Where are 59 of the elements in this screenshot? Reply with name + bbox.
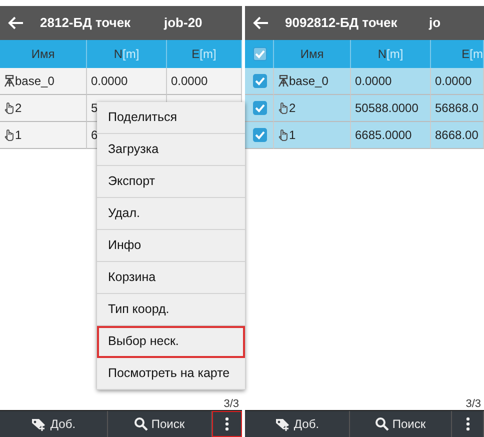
hand-icon	[278, 129, 289, 141]
checkbox[interactable]	[253, 101, 267, 115]
table-cell-text: 0.0000	[171, 73, 208, 90]
job-name: jo	[429, 14, 441, 32]
column-header: E[m	[431, 40, 484, 68]
column-header: N[m]	[351, 40, 431, 68]
tag-plus-icon	[31, 417, 48, 431]
search-button[interactable]: Поиск	[108, 411, 212, 437]
back-arrow-icon	[8, 16, 24, 30]
tripod-icon	[278, 75, 289, 87]
column-header: N[m]	[87, 40, 167, 68]
hand-icon	[4, 102, 15, 114]
menu-item[interactable]: Корзина	[97, 262, 245, 294]
job-name: job-20	[164, 14, 202, 32]
point-name: 1	[289, 127, 296, 144]
menu-item[interactable]: Тип коорд.	[97, 294, 245, 326]
table-cell-text: 0.0000	[355, 73, 392, 90]
point-name: base_0	[289, 73, 328, 90]
more-icon	[466, 417, 470, 431]
hand-icon	[4, 129, 15, 141]
menu-item[interactable]: Инфо	[97, 230, 245, 262]
point-name: base_0	[15, 73, 54, 90]
point-name: 2	[289, 100, 296, 117]
table-cell-text: 6	[91, 127, 98, 144]
record-count: 3/3	[466, 398, 481, 410]
point-name: 2	[15, 100, 22, 117]
back-arrow-icon	[253, 16, 269, 30]
column-header: Имя	[0, 40, 87, 68]
menu-item[interactable]: Выбор неск.	[97, 326, 245, 358]
file-title: 2812-БД точек	[39, 14, 132, 32]
search-icon	[375, 417, 390, 431]
file-title: 9092812-БД точек	[284, 14, 398, 32]
table-cell-text: 0.0000	[91, 73, 128, 90]
menu-item[interactable]: Удал.	[97, 198, 245, 230]
add-button[interactable]: Доб.	[245, 411, 350, 437]
table-cell-text: 6685.0000	[355, 127, 412, 144]
record-count: 3/3	[224, 398, 239, 410]
table-cell-text: 50588.0000	[355, 100, 418, 117]
menu-item[interactable]: Загрузка	[97, 134, 245, 166]
column-header: Имя	[274, 40, 351, 68]
menu-item[interactable]: Экспорт	[97, 166, 245, 198]
checkbox[interactable]	[253, 74, 267, 88]
checkbox[interactable]	[253, 47, 267, 61]
point-name: 1	[15, 127, 22, 144]
table-cell-text: 0.0000	[435, 73, 472, 90]
search-icon	[134, 417, 148, 431]
table-cell-text: 8668.00	[435, 127, 478, 144]
tag-plus-icon	[274, 417, 291, 431]
add-button[interactable]: Доб.	[0, 411, 108, 437]
table-cell-text: 5	[91, 100, 98, 117]
more-button[interactable]	[212, 411, 242, 437]
column-header: E[m]	[167, 40, 242, 68]
tripod-icon	[4, 75, 15, 87]
table-cell-text: 56868.0	[435, 100, 478, 117]
checkbox[interactable]	[253, 128, 267, 142]
search-button[interactable]: Поиск	[350, 411, 452, 437]
menu-item[interactable]: Посмотреть на карте	[97, 358, 245, 390]
more-icon	[224, 417, 228, 431]
hand-icon	[278, 102, 289, 114]
